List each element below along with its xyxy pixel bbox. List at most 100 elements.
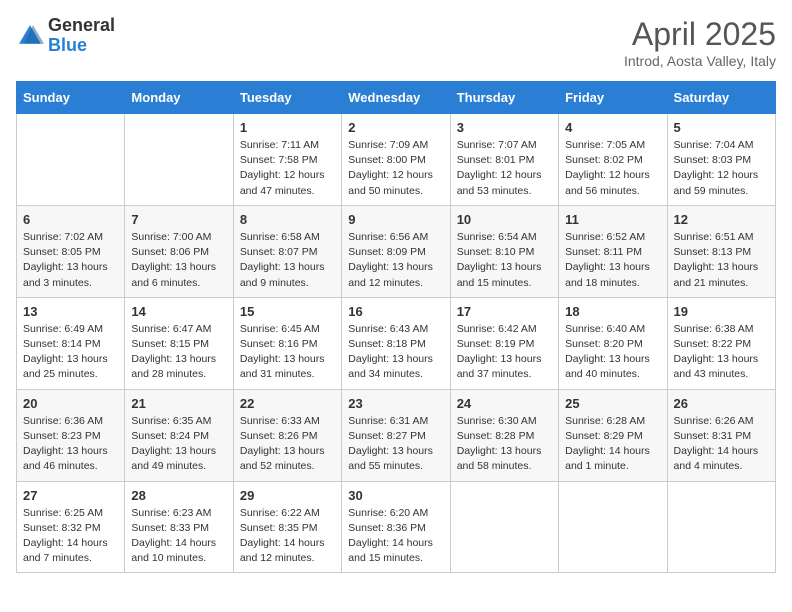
logo-general: General [48,16,115,36]
logo-icon [16,22,44,50]
calendar-cell: 19 Sunrise: 6:38 AM Sunset: 8:22 PM Dayl… [667,297,775,389]
day-header-thursday: Thursday [450,82,558,114]
calendar-week-row: 1 Sunrise: 7:11 AM Sunset: 7:58 PM Dayli… [17,114,776,206]
calendar-cell: 7 Sunrise: 7:00 AM Sunset: 8:06 PM Dayli… [125,205,233,297]
calendar-cell: 29 Sunrise: 6:22 AM Sunset: 8:35 PM Dayl… [233,481,341,573]
day-info: Sunrise: 6:43 AM Sunset: 8:18 PM Dayligh… [348,322,443,383]
day-number: 14 [131,304,226,319]
day-header-sunday: Sunday [17,82,125,114]
day-number: 19 [674,304,769,319]
day-info: Sunrise: 6:54 AM Sunset: 8:10 PM Dayligh… [457,230,552,291]
day-number: 24 [457,396,552,411]
day-info: Sunrise: 6:30 AM Sunset: 8:28 PM Dayligh… [457,414,552,475]
calendar-cell: 12 Sunrise: 6:51 AM Sunset: 8:13 PM Dayl… [667,205,775,297]
header: General Blue April 2025 Introd, Aosta Va… [16,16,776,69]
calendar-cell: 15 Sunrise: 6:45 AM Sunset: 8:16 PM Dayl… [233,297,341,389]
day-number: 28 [131,488,226,503]
day-number: 10 [457,212,552,227]
day-header-saturday: Saturday [667,82,775,114]
calendar-cell [667,481,775,573]
calendar-cell: 25 Sunrise: 6:28 AM Sunset: 8:29 PM Dayl… [559,389,667,481]
day-number: 9 [348,212,443,227]
calendar-cell: 17 Sunrise: 6:42 AM Sunset: 8:19 PM Dayl… [450,297,558,389]
day-header-wednesday: Wednesday [342,82,450,114]
calendar-cell [125,114,233,206]
calendar-cell: 13 Sunrise: 6:49 AM Sunset: 8:14 PM Dayl… [17,297,125,389]
calendar-week-row: 13 Sunrise: 6:49 AM Sunset: 8:14 PM Dayl… [17,297,776,389]
logo: General Blue [16,16,115,56]
calendar-cell: 21 Sunrise: 6:35 AM Sunset: 8:24 PM Dayl… [125,389,233,481]
title-area: April 2025 Introd, Aosta Valley, Italy [624,16,776,69]
calendar-cell: 14 Sunrise: 6:47 AM Sunset: 8:15 PM Dayl… [125,297,233,389]
day-number: 7 [131,212,226,227]
day-info: Sunrise: 6:25 AM Sunset: 8:32 PM Dayligh… [23,506,118,567]
calendar-cell: 11 Sunrise: 6:52 AM Sunset: 8:11 PM Dayl… [559,205,667,297]
calendar-cell: 9 Sunrise: 6:56 AM Sunset: 8:09 PM Dayli… [342,205,450,297]
calendar-cell [450,481,558,573]
day-number: 25 [565,396,660,411]
day-number: 5 [674,120,769,135]
day-number: 29 [240,488,335,503]
day-number: 17 [457,304,552,319]
calendar-cell: 18 Sunrise: 6:40 AM Sunset: 8:20 PM Dayl… [559,297,667,389]
calendar-cell: 3 Sunrise: 7:07 AM Sunset: 8:01 PM Dayli… [450,114,558,206]
calendar-cell: 5 Sunrise: 7:04 AM Sunset: 8:03 PM Dayli… [667,114,775,206]
day-number: 15 [240,304,335,319]
day-number: 6 [23,212,118,227]
logo-text: General Blue [48,16,115,56]
calendar-cell [17,114,125,206]
day-number: 13 [23,304,118,319]
day-info: Sunrise: 6:36 AM Sunset: 8:23 PM Dayligh… [23,414,118,475]
day-number: 26 [674,396,769,411]
day-info: Sunrise: 6:38 AM Sunset: 8:22 PM Dayligh… [674,322,769,383]
day-number: 16 [348,304,443,319]
calendar-week-row: 27 Sunrise: 6:25 AM Sunset: 8:32 PM Dayl… [17,481,776,573]
day-number: 11 [565,212,660,227]
calendar-week-row: 20 Sunrise: 6:36 AM Sunset: 8:23 PM Dayl… [17,389,776,481]
calendar-cell [559,481,667,573]
calendar-cell: 16 Sunrise: 6:43 AM Sunset: 8:18 PM Dayl… [342,297,450,389]
day-info: Sunrise: 6:35 AM Sunset: 8:24 PM Dayligh… [131,414,226,475]
day-info: Sunrise: 7:09 AM Sunset: 8:00 PM Dayligh… [348,138,443,199]
day-header-monday: Monday [125,82,233,114]
day-info: Sunrise: 6:26 AM Sunset: 8:31 PM Dayligh… [674,414,769,475]
calendar-week-row: 6 Sunrise: 7:02 AM Sunset: 8:05 PM Dayli… [17,205,776,297]
day-info: Sunrise: 7:04 AM Sunset: 8:03 PM Dayligh… [674,138,769,199]
calendar-header-row: SundayMondayTuesdayWednesdayThursdayFrid… [17,82,776,114]
day-info: Sunrise: 7:00 AM Sunset: 8:06 PM Dayligh… [131,230,226,291]
day-info: Sunrise: 7:02 AM Sunset: 8:05 PM Dayligh… [23,230,118,291]
day-info: Sunrise: 7:11 AM Sunset: 7:58 PM Dayligh… [240,138,335,199]
day-number: 8 [240,212,335,227]
day-info: Sunrise: 6:49 AM Sunset: 8:14 PM Dayligh… [23,322,118,383]
day-info: Sunrise: 6:58 AM Sunset: 8:07 PM Dayligh… [240,230,335,291]
calendar-cell: 27 Sunrise: 6:25 AM Sunset: 8:32 PM Dayl… [17,481,125,573]
day-info: Sunrise: 6:51 AM Sunset: 8:13 PM Dayligh… [674,230,769,291]
calendar-cell: 28 Sunrise: 6:23 AM Sunset: 8:33 PM Dayl… [125,481,233,573]
day-info: Sunrise: 6:42 AM Sunset: 8:19 PM Dayligh… [457,322,552,383]
day-info: Sunrise: 6:31 AM Sunset: 8:27 PM Dayligh… [348,414,443,475]
day-number: 30 [348,488,443,503]
day-number: 2 [348,120,443,135]
day-info: Sunrise: 6:20 AM Sunset: 8:36 PM Dayligh… [348,506,443,567]
calendar-cell: 23 Sunrise: 6:31 AM Sunset: 8:27 PM Dayl… [342,389,450,481]
day-header-friday: Friday [559,82,667,114]
day-number: 20 [23,396,118,411]
calendar-cell: 30 Sunrise: 6:20 AM Sunset: 8:36 PM Dayl… [342,481,450,573]
calendar-cell: 22 Sunrise: 6:33 AM Sunset: 8:26 PM Dayl… [233,389,341,481]
calendar-cell: 10 Sunrise: 6:54 AM Sunset: 8:10 PM Dayl… [450,205,558,297]
day-info: Sunrise: 6:28 AM Sunset: 8:29 PM Dayligh… [565,414,660,475]
day-number: 27 [23,488,118,503]
day-number: 22 [240,396,335,411]
day-header-tuesday: Tuesday [233,82,341,114]
day-number: 23 [348,396,443,411]
calendar-cell: 2 Sunrise: 7:09 AM Sunset: 8:00 PM Dayli… [342,114,450,206]
calendar-cell: 1 Sunrise: 7:11 AM Sunset: 7:58 PM Dayli… [233,114,341,206]
calendar-cell: 4 Sunrise: 7:05 AM Sunset: 8:02 PM Dayli… [559,114,667,206]
day-info: Sunrise: 6:33 AM Sunset: 8:26 PM Dayligh… [240,414,335,475]
logo-blue: Blue [48,36,115,56]
day-info: Sunrise: 6:47 AM Sunset: 8:15 PM Dayligh… [131,322,226,383]
day-info: Sunrise: 6:40 AM Sunset: 8:20 PM Dayligh… [565,322,660,383]
day-number: 18 [565,304,660,319]
calendar-cell: 8 Sunrise: 6:58 AM Sunset: 8:07 PM Dayli… [233,205,341,297]
day-number: 21 [131,396,226,411]
